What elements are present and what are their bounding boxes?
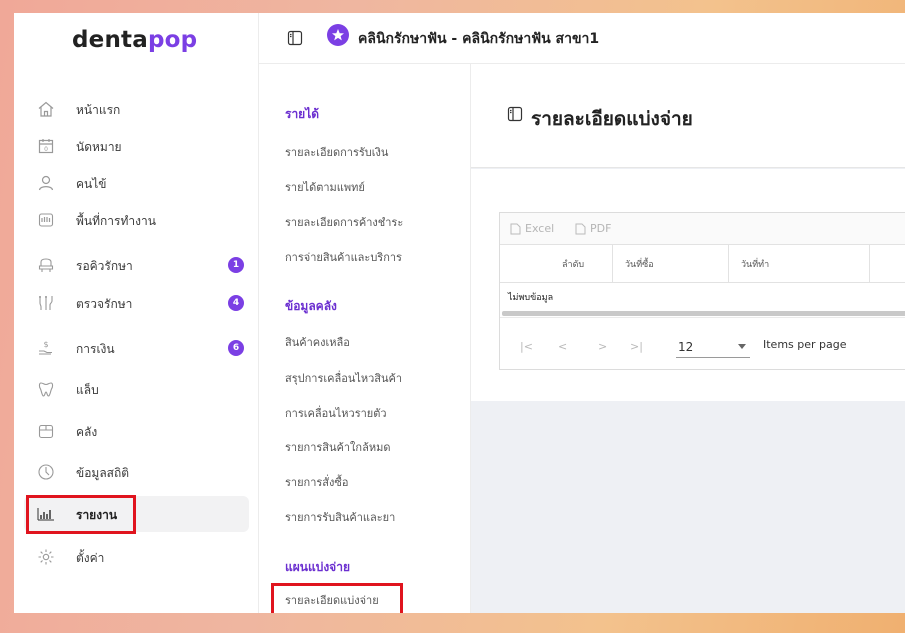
- teeth-workspace-icon: [36, 210, 56, 230]
- submenu-link[interactable]: การเคลื่อนไหวรายตัว: [285, 404, 387, 422]
- last-page-button[interactable]: >|: [630, 340, 643, 353]
- submenu-link[interactable]: รายการรับสินค้าและยา: [285, 508, 395, 526]
- grid-header: ลำดับ วันที่ซื้อ วันที่ทำ: [500, 245, 905, 283]
- column-header-purchase-date[interactable]: วันที่ซื้อ: [625, 257, 654, 271]
- no-data-message: ไม่พบข้อมูล: [508, 293, 554, 303]
- column-separator: [869, 245, 870, 283]
- sidebar-item-patients[interactable]: คนไข้: [24, 165, 249, 201]
- sidebar-item-label: แล็บ: [76, 383, 99, 397]
- tooth-icon: [36, 379, 56, 399]
- sidebar-item-label: หน้าแรก: [76, 103, 121, 117]
- page-title: รายละเอียดแบ่งจ่าย: [531, 108, 693, 130]
- treatment-count-badge: 4: [228, 295, 244, 311]
- excel-file-icon: [510, 223, 521, 234]
- panel-icon: [507, 106, 523, 126]
- sidebar-item-settings[interactable]: ตั้งค่า: [24, 539, 249, 575]
- main-content: รายละเอียดแบ่งจ่าย Excel PDF ลำดับ วันที…: [471, 64, 905, 613]
- export-excel-button[interactable]: Excel: [510, 222, 554, 235]
- money-hand-icon: $: [36, 338, 56, 358]
- box-icon: [36, 421, 56, 441]
- horizontal-scrollbar[interactable]: [502, 311, 905, 316]
- chevron-down-icon: [738, 344, 746, 349]
- pager: |< < > >| 12 Items per page: [500, 317, 905, 369]
- sidebar-item-label: ตรวจรักษา: [76, 297, 133, 311]
- sidebar: dentapop หน้าแรก 0 นัดหมาย คนไข้ พื้นที่…: [14, 13, 259, 613]
- app-window: dentapop หน้าแรก 0 นัดหมาย คนไข้ พื้นที่…: [14, 13, 905, 613]
- logo[interactable]: dentapop: [72, 27, 197, 53]
- section-installment-title: แผนแบ่งจ่าย: [285, 560, 350, 574]
- section-income-title: รายได้: [285, 107, 320, 121]
- sidebar-item-lab[interactable]: แล็บ: [24, 371, 249, 407]
- sidebar-item-label: รอคิวรักษา: [76, 259, 133, 273]
- grid-toolbar: Excel PDF: [500, 213, 905, 245]
- submenu-link[interactable]: การจ่ายสินค้าและบริการ: [285, 248, 402, 266]
- clinic-avatar[interactable]: [327, 24, 349, 46]
- sidebar-item-statistics[interactable]: ข้อมูลสถิติ: [24, 454, 249, 490]
- home-icon: [36, 99, 56, 119]
- submenu-link[interactable]: รายการสั่งซื้อ: [285, 473, 348, 491]
- sidebar-item-appointments[interactable]: 0 นัดหมาย: [24, 128, 249, 164]
- pdf-file-icon: [575, 223, 586, 234]
- sidebar-item-label: ตั้งค่า: [76, 551, 105, 565]
- user-icon: [36, 173, 56, 193]
- gear-icon: [36, 547, 56, 567]
- sidebar-item-treatment[interactable]: ตรวจรักษา 4: [24, 285, 249, 321]
- column-header-number[interactable]: ลำดับ: [562, 257, 584, 271]
- submenu-link[interactable]: สรุปการเคลื่อนไหวสินค้า: [285, 369, 402, 387]
- dental-chair-icon: [36, 255, 56, 275]
- submenu-link[interactable]: สินค้าคงเหลือ: [285, 333, 350, 351]
- sidebar-item-finance[interactable]: $ การเงิน 6: [24, 330, 249, 366]
- items-per-page-label: Items per page: [763, 338, 847, 351]
- sidebar-item-home[interactable]: หน้าแรก: [24, 91, 249, 127]
- export-pdf-button[interactable]: PDF: [575, 222, 611, 235]
- highlight-box-installment: [271, 583, 403, 613]
- data-grid: Excel PDF ลำดับ วันที่ซื้อ วันที่ทำ ไม่พ…: [499, 212, 905, 370]
- dental-tools-icon: [36, 293, 56, 313]
- submenu-link[interactable]: รายการสินค้าใกล้หมด: [285, 438, 390, 456]
- report-body: Excel PDF ลำดับ วันที่ซื้อ วันที่ทำ ไม่พ…: [471, 169, 905, 401]
- top-bar: คลินิกรักษาฟัน - คลินิกรักษาฟัน สาขา1: [259, 13, 905, 64]
- highlight-box-reports: [26, 495, 136, 534]
- sidebar-item-label: ข้อมูลสถิติ: [76, 466, 130, 480]
- sidebar-item-queue[interactable]: รอคิวรักษา 1: [24, 247, 249, 283]
- sidebar-item-label: การเงิน: [76, 342, 115, 356]
- svg-text:0: 0: [44, 146, 48, 153]
- column-header-service-date[interactable]: วันที่ทำ: [741, 257, 769, 271]
- next-page-button[interactable]: >: [598, 340, 607, 353]
- sidebar-toggle-icon[interactable]: [287, 30, 303, 50]
- page-size-select[interactable]: 12: [676, 330, 750, 358]
- report-submenu: รายได้ รายละเอียดการรับเงิน รายได้ตามแพท…: [259, 64, 471, 613]
- sidebar-item-label: นัดหมาย: [76, 140, 122, 154]
- submenu-link[interactable]: รายละเอียดการค้างชำระ: [285, 213, 403, 231]
- queue-count-badge: 1: [228, 257, 244, 273]
- clinic-name[interactable]: คลินิกรักษาฟัน - คลินิกรักษาฟัน สาขา1: [358, 28, 599, 50]
- sidebar-item-inventory[interactable]: คลัง: [24, 413, 249, 449]
- section-inventory-title: ข้อมูลคลัง: [285, 299, 337, 313]
- statistics-icon: [36, 462, 56, 482]
- first-page-button[interactable]: |<: [520, 340, 533, 353]
- sidebar-item-workspace[interactable]: พื้นที่การทำงาน: [24, 202, 249, 238]
- page-header: รายละเอียดแบ่งจ่าย: [471, 64, 905, 168]
- prev-page-button[interactable]: <: [558, 340, 567, 353]
- finance-count-badge: 6: [228, 340, 244, 356]
- sidebar-item-label: คลัง: [76, 425, 98, 439]
- column-separator: [612, 245, 613, 283]
- calendar-icon: 0: [36, 136, 56, 156]
- svg-text:$: $: [43, 340, 48, 349]
- sidebar-item-label: คนไข้: [76, 177, 107, 191]
- submenu-link[interactable]: รายได้ตามแพทย์: [285, 178, 365, 196]
- column-separator: [728, 245, 729, 283]
- page-size-value: 12: [678, 340, 694, 354]
- sidebar-item-label: พื้นที่การทำงาน: [76, 214, 156, 228]
- submenu-link[interactable]: รายละเอียดการรับเงิน: [285, 143, 388, 161]
